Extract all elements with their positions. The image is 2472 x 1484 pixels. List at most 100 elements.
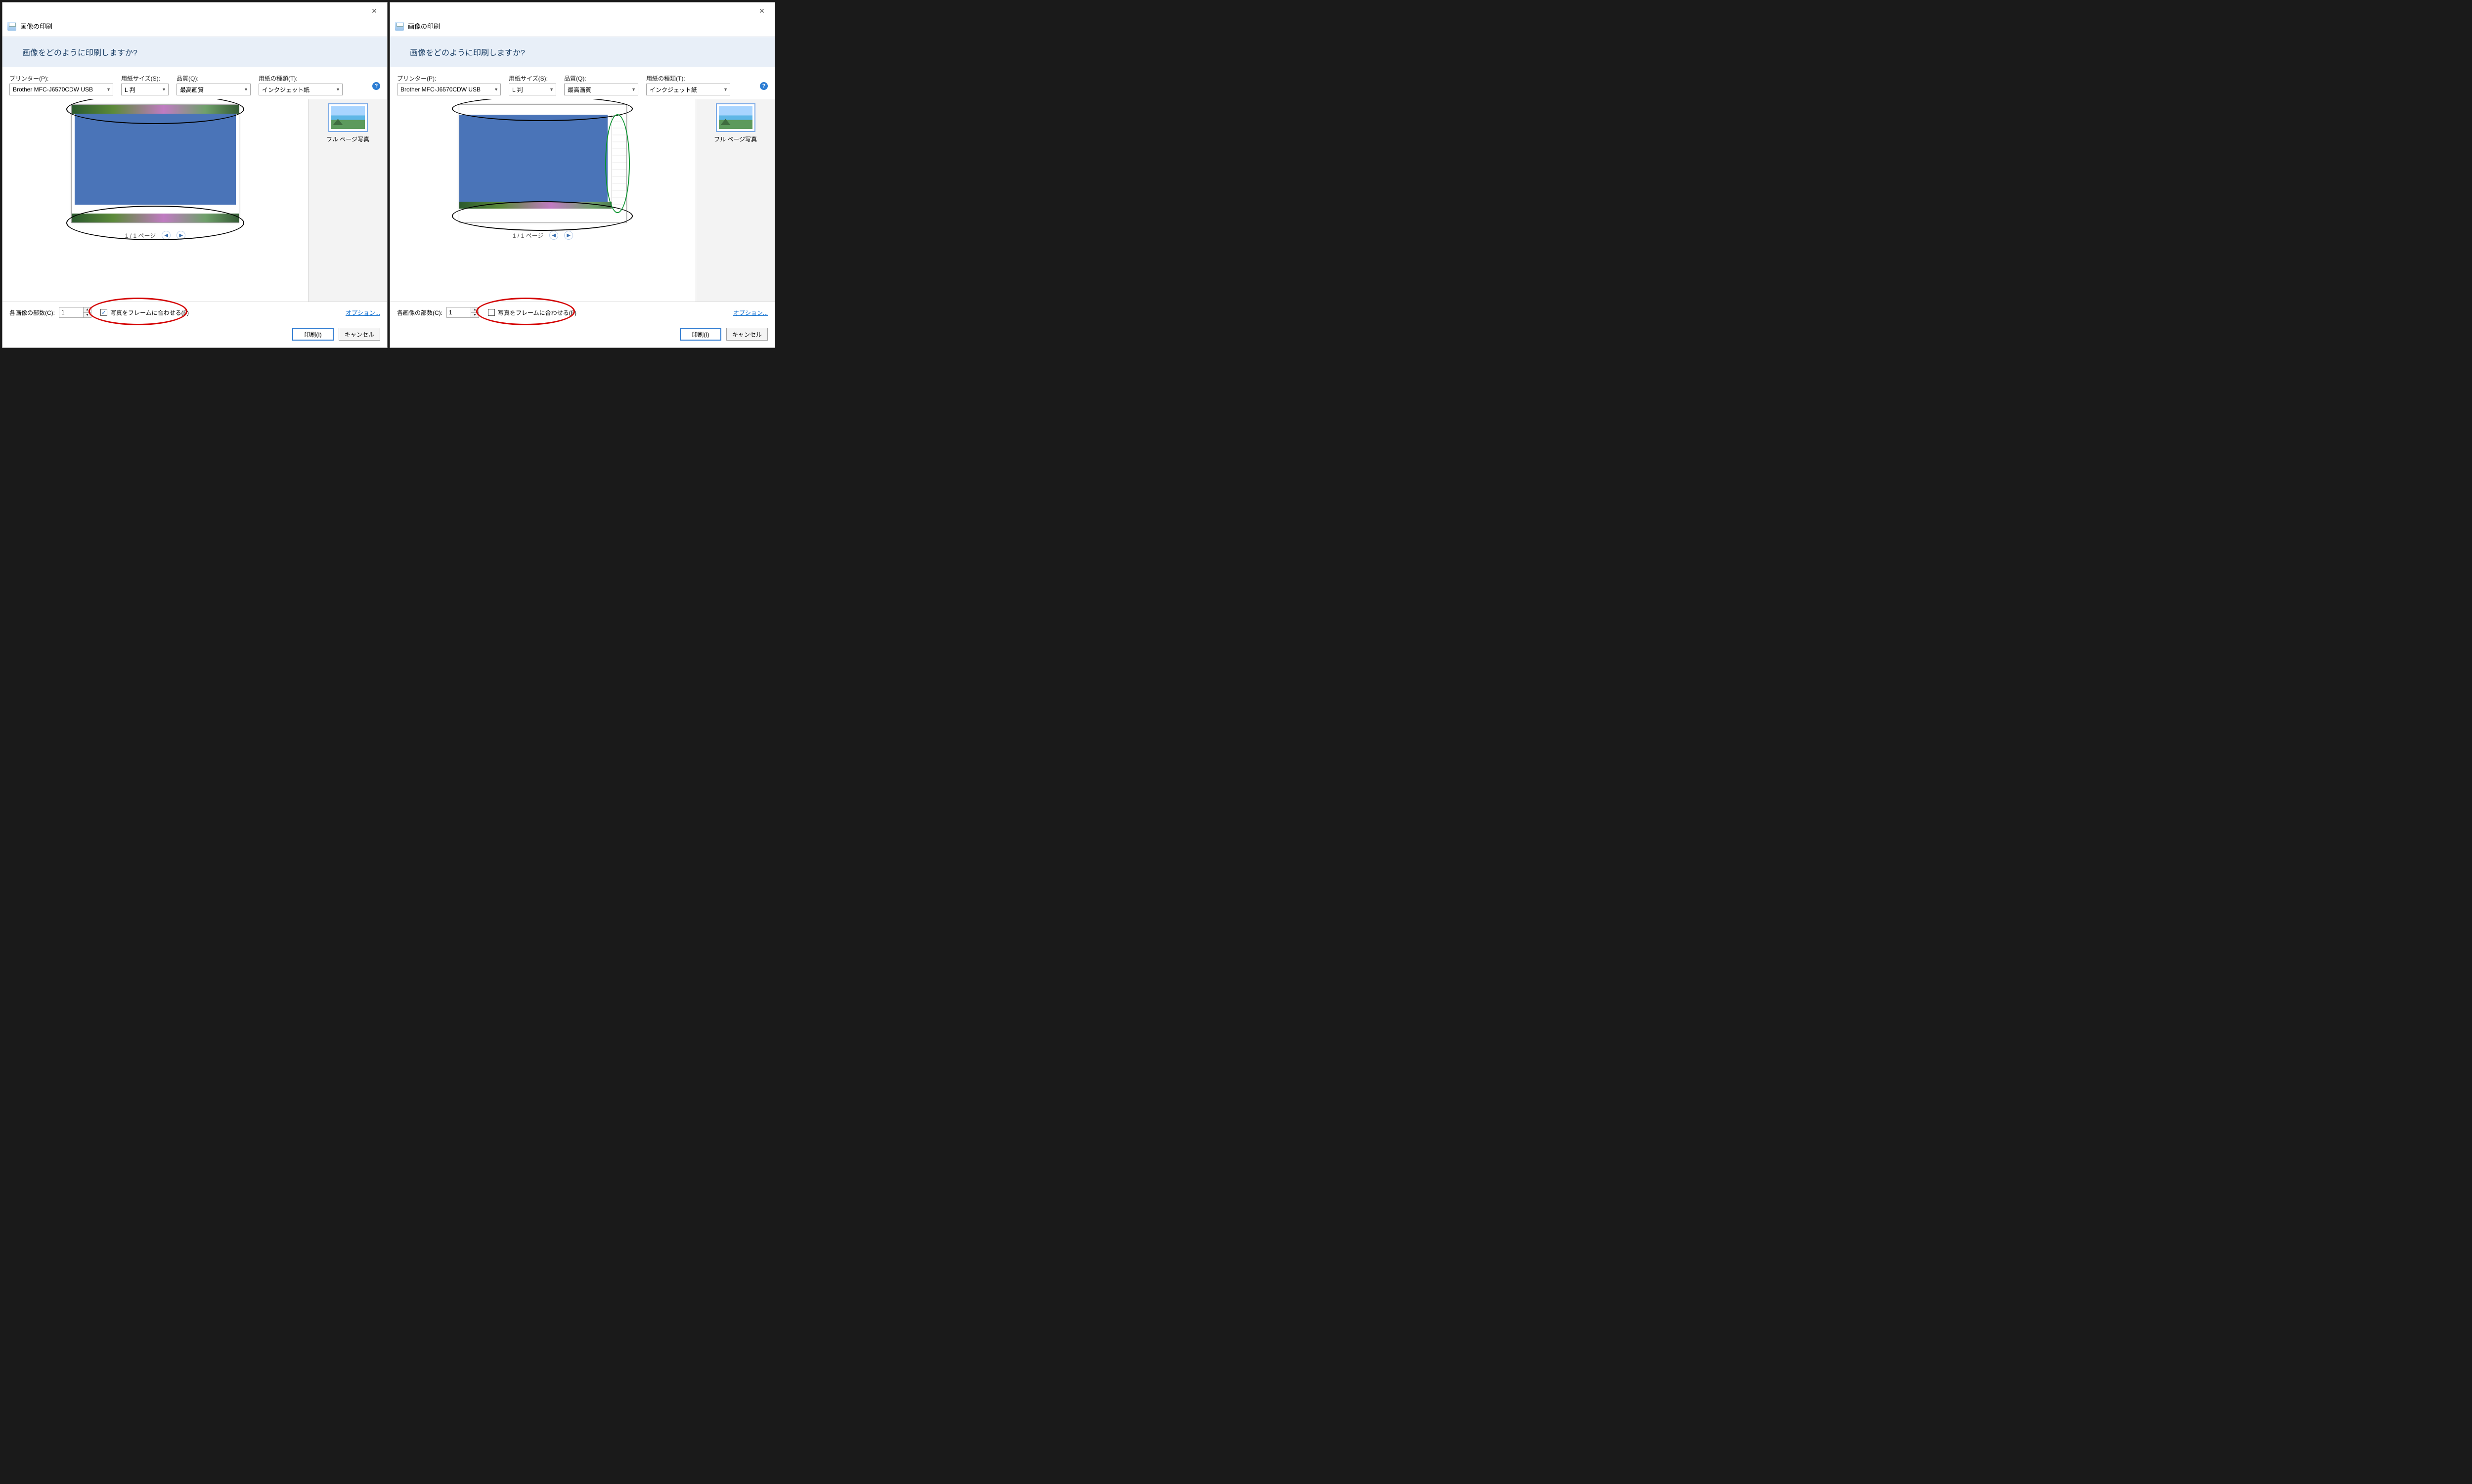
printer-select[interactable]: Brother MFC-J6570CDW USB ▼ [9, 84, 113, 95]
spin-down-icon[interactable]: ▼ [471, 313, 479, 318]
titlebar: ✕ [2, 2, 387, 19]
chevron-down-icon: ▼ [106, 87, 111, 92]
paper-size-label: 用紙サイズ(S): [121, 74, 169, 83]
layout-thumb-selected[interactable] [716, 103, 755, 132]
question-bar: 画像をどのように印刷しますか? [390, 37, 775, 67]
titlebar: ✕ [390, 2, 775, 19]
preview-frame [459, 104, 627, 223]
spin-up-icon[interactable]: ▲ [471, 307, 479, 313]
printer-icon [7, 22, 16, 31]
quality-label: 品質(Q): [177, 74, 251, 83]
paper-type-select[interactable]: インクジェット紙 ▼ [259, 84, 343, 95]
close-icon[interactable]: ✕ [752, 4, 772, 18]
preview-pane: 1 / 1 ページ ◀ ▶ [2, 99, 308, 302]
print-dialog-left: ✕ 画像の印刷 画像をどのように印刷しますか? プリンター(P): Brothe… [2, 2, 388, 348]
paper-size-value: L 判 [512, 86, 523, 94]
button-row: 印刷(I) キャンセル [390, 323, 775, 348]
bottom-row: 各画像の部数(C): ▲ ▼ 写真をフレームに合わせる(F) オプション... [390, 302, 775, 323]
chevron-down-icon: ▼ [631, 87, 636, 92]
next-page-button[interactable]: ▶ [564, 231, 573, 240]
prev-page-button[interactable]: ◀ [549, 231, 558, 240]
copies-label: 各画像の部数(C): [397, 308, 442, 317]
question-bar: 画像をどのように印刷しますか? [2, 37, 387, 67]
photo-edge-bottom [459, 202, 626, 209]
print-button-label: 印刷(I) [692, 330, 709, 339]
button-row: 印刷(I) キャンセル [2, 323, 387, 348]
copies-spinner[interactable]: ▲ ▼ [446, 307, 479, 318]
prev-page-button[interactable]: ◀ [162, 231, 171, 240]
photo-edge-top [72, 105, 239, 114]
printer-value: Brother MFC-J6570CDW USB [13, 86, 93, 93]
page-title: 画像の印刷 [20, 21, 52, 31]
quality-value: 最高画質 [568, 86, 591, 94]
chevron-down-icon: ▼ [244, 87, 248, 92]
copies-input[interactable] [447, 307, 471, 317]
paper-type-value: インクジェット紙 [650, 86, 697, 94]
question-text: 画像をどのように印刷しますか? [410, 49, 525, 57]
spin-down-icon[interactable]: ▼ [84, 313, 91, 318]
pager: 1 / 1 ページ ◀ ▶ [125, 231, 185, 240]
main-area: 1 / 1 ページ ◀ ▶ フル ページ写真 [390, 99, 775, 302]
cancel-button-label: キャンセル [345, 330, 374, 339]
printer-label: プリンター(P): [397, 74, 501, 83]
cancel-button[interactable]: キャンセル [339, 328, 380, 341]
options-link[interactable]: オプション... [346, 308, 380, 317]
copies-input[interactable] [59, 307, 83, 317]
paper-type-label: 用紙の種類(T): [259, 74, 343, 83]
paper-size-select[interactable]: L 判 ▼ [509, 84, 556, 95]
paper-type-select[interactable]: インクジェット紙 ▼ [646, 84, 730, 95]
bottom-row: 各画像の部数(C): ▲ ▼ ✓ 写真をフレームに合わせる(F) オプション..… [2, 302, 387, 323]
chevron-down-icon: ▼ [336, 87, 340, 92]
options-row: プリンター(P): Brother MFC-J6570CDW USB ▼ 用紙サ… [2, 67, 387, 99]
chevron-down-icon: ▼ [723, 87, 728, 92]
page-title: 画像の印刷 [408, 21, 440, 31]
next-page-button[interactable]: ▶ [177, 231, 185, 240]
printer-label: プリンター(P): [9, 74, 113, 83]
chevron-down-icon: ▼ [549, 87, 554, 92]
pager-text: 1 / 1 ページ [125, 231, 156, 240]
print-button[interactable]: 印刷(I) [292, 328, 334, 341]
paper-size-value: L 判 [125, 86, 135, 94]
copies-label: 各画像の部数(C): [9, 308, 55, 317]
paper-size-select[interactable]: L 判 ▼ [121, 84, 169, 95]
printer-icon [395, 22, 404, 31]
spin-up-icon[interactable]: ▲ [84, 307, 91, 313]
layout-thumb-image [331, 106, 365, 129]
paper-size-label: 用紙サイズ(S): [509, 74, 556, 83]
quality-label: 品質(Q): [564, 74, 638, 83]
layout-thumb-selected[interactable] [328, 103, 368, 132]
fit-to-frame-checkbox[interactable]: ✓ [100, 309, 107, 316]
layout-side-pane: フル ページ写真 [696, 99, 775, 302]
fit-to-frame-checkbox[interactable] [488, 309, 495, 316]
layout-thumb-image [719, 106, 752, 129]
quality-value: 最高画質 [180, 86, 204, 94]
quality-select[interactable]: 最高画質 ▼ [564, 84, 638, 95]
help-icon[interactable]: ? [760, 82, 768, 90]
help-icon[interactable]: ? [372, 82, 380, 90]
cancel-button-label: キャンセル [732, 330, 762, 339]
cancel-button[interactable]: キャンセル [726, 328, 768, 341]
layout-thumb-label: フル ページ写真 [326, 135, 369, 143]
chevron-down-icon: ▼ [162, 87, 166, 92]
photo-edge-bottom [72, 214, 239, 222]
quality-select[interactable]: 最高画質 ▼ [177, 84, 251, 95]
print-dialog-right: ✕ 画像の印刷 画像をどのように印刷しますか? プリンター(P): Brothe… [390, 2, 775, 348]
question-text: 画像をどのように印刷しますか? [22, 49, 137, 57]
blank-strip [612, 115, 626, 209]
copies-spinner[interactable]: ▲ ▼ [59, 307, 91, 318]
fit-to-frame-label: 写真をフレームに合わせる(F) [110, 308, 189, 317]
title-row: 画像の印刷 [390, 19, 775, 37]
printer-value: Brother MFC-J6570CDW USB [400, 86, 481, 93]
options-link[interactable]: オプション... [733, 308, 768, 317]
print-button-label: 印刷(I) [304, 330, 321, 339]
pager-text: 1 / 1 ページ [513, 231, 543, 240]
chevron-down-icon: ▼ [494, 87, 498, 92]
layout-thumb-label: フル ページ写真 [714, 135, 757, 143]
printer-select[interactable]: Brother MFC-J6570CDW USB ▼ [397, 84, 501, 95]
options-row: プリンター(P): Brother MFC-J6570CDW USB ▼ 用紙サ… [390, 67, 775, 99]
preview-frame [71, 104, 239, 223]
paper-type-value: インクジェット紙 [262, 86, 309, 94]
fit-to-frame-label: 写真をフレームに合わせる(F) [498, 308, 576, 317]
print-button[interactable]: 印刷(I) [680, 328, 721, 341]
close-icon[interactable]: ✕ [364, 4, 384, 18]
